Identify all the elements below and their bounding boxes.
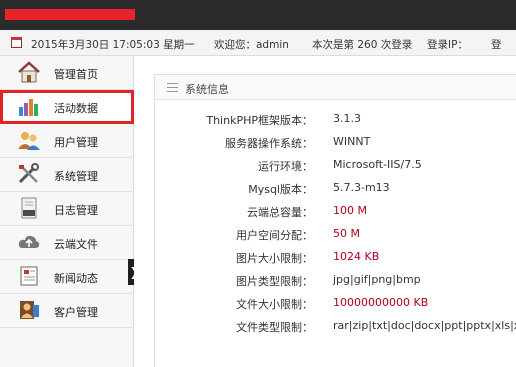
calendar-icon [11,37,22,48]
sidebar-item-system[interactable]: 系统管理 [0,158,134,192]
info-row: 文件类型限制： rar|zip|txt|doc|docx|ppt|pptx|xl… [155,314,516,337]
info-key: 运行环境： [258,160,313,173]
sidebar-item-label: 活动数据 [54,102,98,115]
info-value: jpg|gif|png|bmp [333,273,421,286]
info-row: 文件大小限制： 10000000000 KB [155,291,516,314]
panel-title: 系统信息 [185,83,229,96]
info-value: Microsoft-IIS/7.5 [333,158,422,171]
sidebar-item-label: 云端文件 [54,238,98,251]
info-key: 图片大小限制： [236,252,313,265]
sidebar-item-cloud-files[interactable]: 云端文件 [0,226,134,260]
info-key: 图片类型限制： [236,275,313,288]
info-row: 图片大小限制： 1024 KB [155,245,516,268]
sidebar-item-home[interactable]: 管理首页 [0,56,134,90]
sidebar: 管理首页 活动数据 用户管理 系统管理 日志管理 云端文件 新闻动态 客户管理 [0,56,134,367]
home-icon [18,61,40,83]
sidebar-item-users[interactable]: 用户管理 [0,124,134,158]
list-icon [167,83,178,92]
info-key: ThinkPHP框架版本： [206,114,313,127]
username: admin [256,39,289,51]
brand-logo-bar [5,9,135,20]
info-value: 3.1.3 [333,112,361,125]
info-row: 图片类型限制： jpg|gif|png|bmp [155,268,516,291]
customer-icon [20,301,39,319]
info-row: 用户空间分配： 50 M [155,222,516,245]
info-value: WINNT [333,135,371,148]
info-row: ThinkPHP框架版本： 3.1.3 [155,107,516,130]
sidebar-item-label: 客户管理 [54,306,98,319]
main-content: 系统信息 ThinkPHP框架版本： 3.1.3 服务器操作系统： WINNT … [134,56,516,367]
sidebar-item-label: 用户管理 [54,136,98,149]
info-row: 运行环境： Microsoft-IIS/7.5 [155,153,516,176]
datetime-text: 2015年3月30日 17:05:03 星期一 [31,39,195,51]
info-key: Mysql版本： [248,183,313,196]
users-icon [18,132,40,150]
info-key: 文件大小限制： [236,298,313,311]
info-key: 用户空间分配： [236,229,313,242]
info-value: 50 M [333,227,360,240]
welcome-label: 欢迎您：admin [214,39,289,51]
login-count: 260 [357,39,378,51]
info-key: 服务器操作系统： [225,137,313,150]
info-value: 1024 KB [333,250,380,263]
info-value: 10000000000 KB [333,296,429,309]
sidebar-item-label: 系统管理 [54,170,98,183]
info-key: 文件类型限制： [236,321,313,334]
info-value: rar|zip|txt|doc|docx|ppt|pptx|xls|xlsx [333,319,516,332]
sidebar-item-label: 管理首页 [54,68,98,81]
news-icon [20,266,38,286]
info-row: Mysql版本： 5.7.3-m13 [155,176,516,199]
log-icon [21,197,37,219]
info-value: 100 M [333,204,367,217]
tools-icon [18,163,39,184]
system-info-panel: 系统信息 ThinkPHP框架版本： 3.1.3 服务器操作系统： WINNT … [154,74,516,367]
login-ip-label: 登录IP： [427,39,468,51]
login-count-label: 本次是第 260 次登录 [312,39,413,51]
info-row: 服务器操作系统： WINNT [155,130,516,153]
info-value: 5.7.3-m13 [333,181,390,194]
sidebar-item-news[interactable]: 新闻动态 [0,260,134,294]
panel-header: 系统信息 [155,75,516,100]
sidebar-item-label: 新闻动态 [54,272,98,285]
info-key: 云端总容量： [247,206,313,219]
info-bar: 2015年3月30日 17:05:03 星期一 欢迎您：admin 本次是第 2… [0,30,516,56]
bar-chart-icon [19,99,38,116]
sidebar-item-logs[interactable]: 日志管理 [0,192,134,226]
top-header-bar [0,0,516,30]
truncated-text: 登 [491,39,502,51]
info-row: 云端总容量： 100 M [155,199,516,222]
sidebar-item-activity-data[interactable]: 活动数据 [0,90,134,124]
sidebar-item-label: 日志管理 [54,204,98,217]
cloud-upload-icon [18,235,40,248]
sidebar-item-customers[interactable]: 客户管理 [0,294,134,328]
